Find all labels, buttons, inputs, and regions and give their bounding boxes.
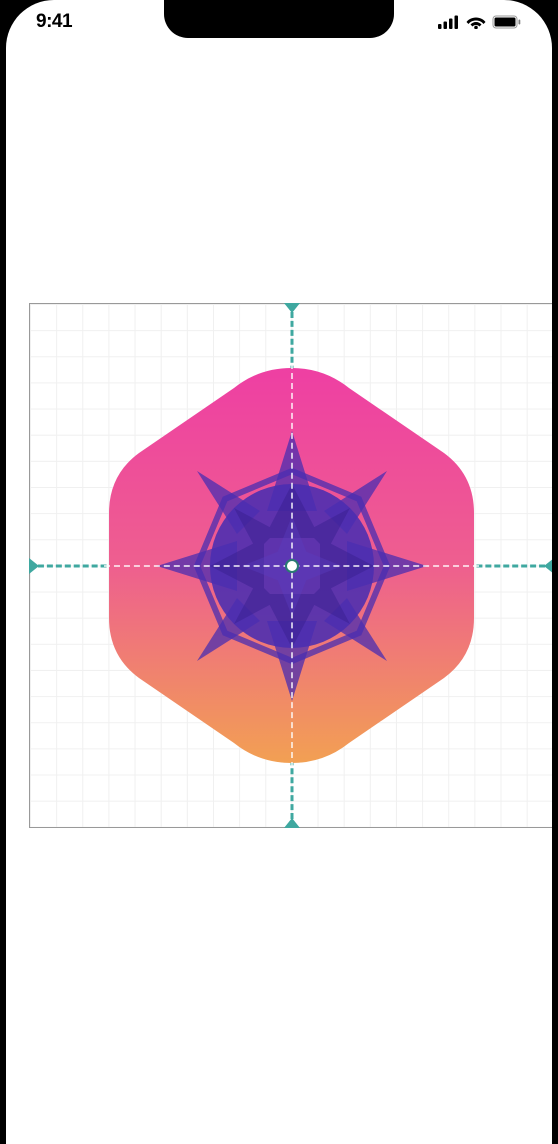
guide-handle-top[interactable] xyxy=(284,303,300,313)
guide-handle-right[interactable] xyxy=(544,558,552,574)
wifi-icon xyxy=(466,15,486,29)
battery-icon xyxy=(492,15,522,29)
guide-handle-bottom[interactable] xyxy=(284,818,300,828)
device-notch xyxy=(164,0,394,38)
status-icons xyxy=(438,15,522,29)
cellular-signal-icon xyxy=(438,15,460,29)
design-canvas[interactable] xyxy=(29,303,552,828)
center-anchor-point[interactable] xyxy=(285,559,299,573)
guide-handle-left[interactable] xyxy=(29,558,39,574)
device-frame: 9:41 xyxy=(6,0,552,1144)
status-time: 9:41 xyxy=(36,11,72,33)
